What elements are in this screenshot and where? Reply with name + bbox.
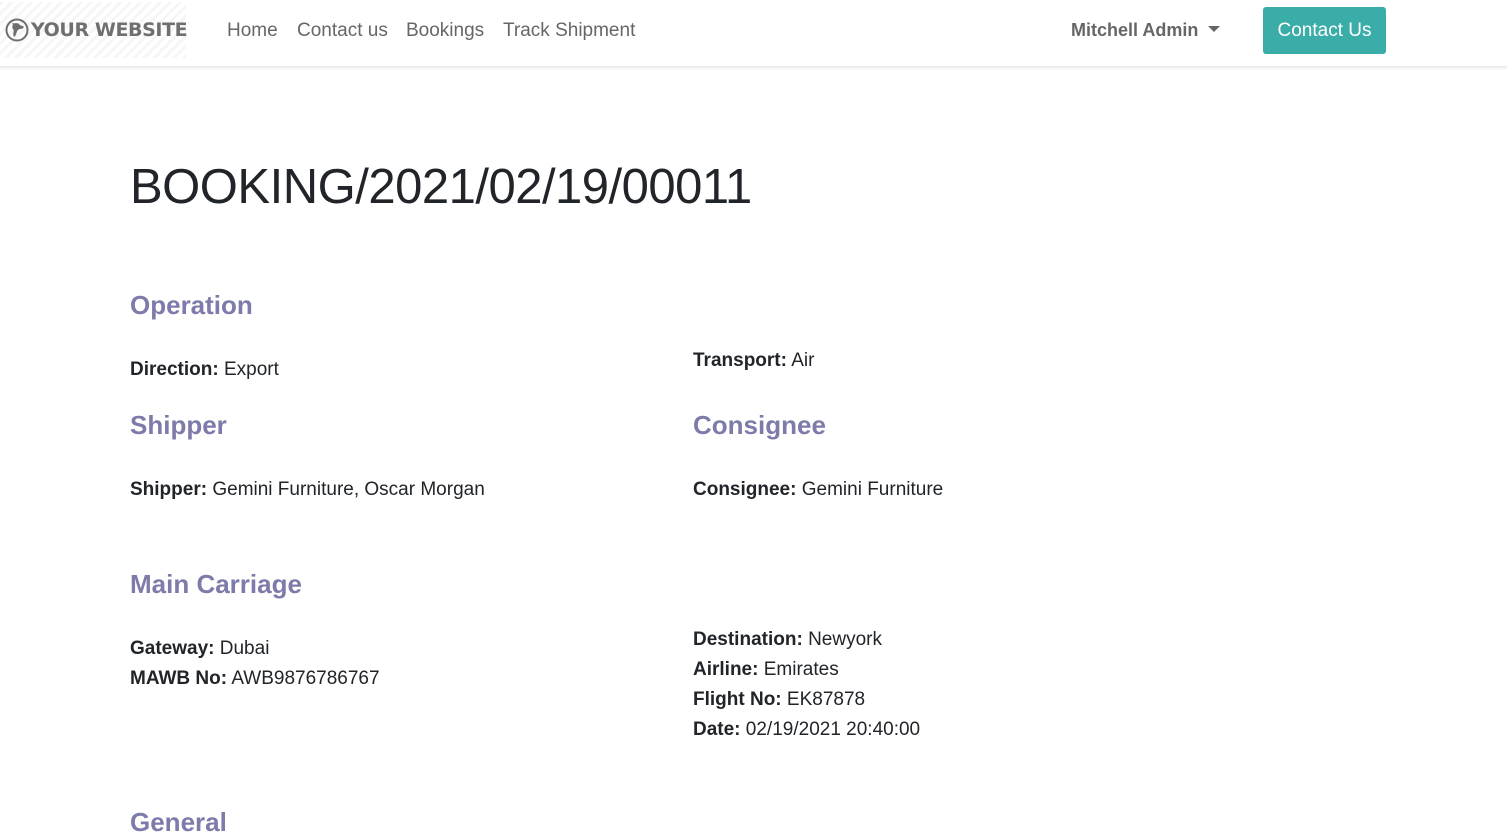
section-heading-operation: Operation xyxy=(130,290,253,320)
field-label: Consignee: xyxy=(693,479,797,500)
nav-link-contact-us[interactable]: Contact us xyxy=(297,20,388,42)
field-destination: Destination: Newyork xyxy=(693,628,882,652)
field-label: MAWB No: xyxy=(130,668,228,689)
field-value: Gemini Furniture xyxy=(801,479,944,500)
field-value: 02/19/2021 20:40:00 xyxy=(745,719,921,740)
caret-down-icon xyxy=(1208,26,1221,32)
field-label: Date: xyxy=(693,719,741,740)
field-value: Air xyxy=(791,350,815,371)
page-title: BOOKING/2021/02/19/00011 xyxy=(130,160,752,214)
field-gateway: Gateway: Dubai xyxy=(130,637,269,661)
field-value: AWB9876786767 xyxy=(231,668,380,689)
field-mawb-no: MAWB No: AWB9876786767 xyxy=(130,667,380,691)
field-value: Gemini Furniture, Oscar Morgan xyxy=(212,479,485,500)
user-menu-dropdown[interactable]: Mitchell Admin xyxy=(1071,20,1221,41)
globe-icon xyxy=(5,18,29,42)
nav-link-home[interactable]: Home xyxy=(227,20,278,42)
field-label: Direction: xyxy=(130,359,219,380)
field-value: Emirates xyxy=(763,659,839,680)
field-label: Shipper: xyxy=(130,479,208,500)
nav-link-bookings[interactable]: Bookings xyxy=(406,20,484,42)
section-heading-consignee: Consignee xyxy=(693,410,826,440)
field-value: EK87878 xyxy=(786,689,866,710)
user-name: Mitchell Admin xyxy=(1071,20,1199,40)
top-navbar: YOUR WEBSITE Home Contact us Bookings Tr… xyxy=(0,0,1507,67)
section-heading-shipper: Shipper xyxy=(130,410,227,440)
field-label: Destination: xyxy=(693,629,803,650)
field-label: Airline: xyxy=(693,659,759,680)
field-shipper: Shipper: Gemini Furniture, Oscar Morgan xyxy=(130,478,485,502)
field-label: Transport: xyxy=(693,350,787,371)
field-airline: Airline: Emirates xyxy=(693,658,839,682)
field-value: Dubai xyxy=(219,638,270,659)
site-logo[interactable]: YOUR WEBSITE xyxy=(0,2,188,58)
field-value: Export xyxy=(223,359,279,380)
field-label: Flight No: xyxy=(693,689,782,710)
field-date: Date: 02/19/2021 20:40:00 xyxy=(693,718,920,742)
field-value: Newyork xyxy=(808,629,882,650)
contact-us-button[interactable]: Contact Us xyxy=(1263,7,1386,54)
field-consignee: Consignee: Gemini Furniture xyxy=(693,478,943,502)
nav-link-track-shipment[interactable]: Track Shipment xyxy=(503,20,635,42)
field-label: Gateway: xyxy=(130,638,215,659)
section-heading-general: General xyxy=(130,807,227,837)
logo-text: YOUR WEBSITE xyxy=(31,19,188,41)
field-flight-no: Flight No: EK87878 xyxy=(693,688,865,712)
section-heading-main-carriage: Main Carriage xyxy=(130,569,302,599)
field-transport: Transport: Air xyxy=(693,349,814,373)
field-direction: Direction: Export xyxy=(130,358,279,382)
